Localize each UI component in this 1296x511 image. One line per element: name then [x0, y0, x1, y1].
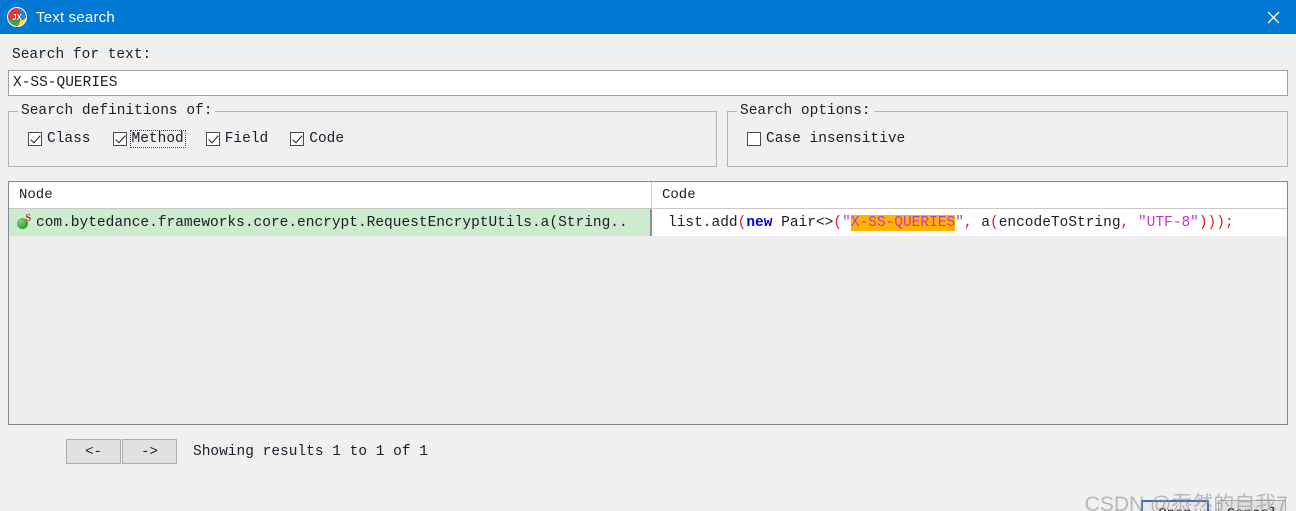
checkbox-field[interactable]: Field [205, 130, 270, 149]
cell-node[interactable]: S com.bytedance.frameworks.core.encrypt.… [9, 209, 652, 236]
search-for-text-label: Search for text: [12, 47, 152, 63]
search-options-group: Search options: Case insensitive [727, 103, 1288, 167]
column-header-node[interactable]: Node [9, 182, 652, 208]
checkbox-class-label: Class [47, 130, 91, 147]
cell-node-text: com.bytedance.frameworks.core.encrypt.Re… [36, 214, 628, 231]
checkbox-case-insensitive[interactable]: Case insensitive [746, 130, 906, 149]
checkbox-case-insensitive-box [747, 132, 761, 146]
options-row: Search definitions of: Class Method Fiel… [8, 103, 1288, 167]
checkbox-method[interactable]: Method [112, 129, 186, 149]
results-table-header: Node Code [9, 182, 1287, 209]
cancel-button[interactable]: Cancel [1218, 500, 1286, 511]
search-input-value: X-SS-QUERIES [13, 75, 118, 91]
results-table-empty-area [9, 236, 1287, 424]
jadx-app-icon [7, 7, 27, 27]
checkbox-class[interactable]: Class [27, 130, 92, 149]
checkbox-case-insensitive-label: Case insensitive [766, 130, 906, 147]
checkbox-code-label: Code [309, 130, 345, 147]
checkbox-method-label: Method [129, 129, 186, 149]
cell-code[interactable]: list.add(new Pair<>("X-SS-QUERIES", a(en… [652, 209, 1287, 236]
checkbox-class-box [28, 132, 42, 146]
static-method-icon: S [17, 214, 31, 229]
results-table: Node Code S com.bytedance.frameworks.cor… [8, 181, 1288, 425]
prev-results-button[interactable]: <- [66, 439, 121, 464]
window-title: Text search [36, 8, 115, 26]
cell-code-text: list.add(new Pair<>("X-SS-QUERIES", a(en… [668, 214, 1234, 231]
search-definitions-legend: Search definitions of: [18, 103, 216, 119]
dialog-actions: Open Cancel [1141, 500, 1286, 511]
results-status-text: Showing results 1 to 1 of 1 [193, 443, 428, 460]
search-input[interactable]: X-SS-QUERIES [8, 70, 1288, 96]
text-search-dialog: Search for text: X-SS-QUERIES Search def… [0, 47, 1296, 511]
search-options-legend: Search options: [737, 103, 874, 119]
checkbox-code-box [290, 132, 305, 146]
next-results-button[interactable]: -> [122, 439, 177, 464]
open-button[interactable]: Open [1141, 500, 1209, 511]
close-icon[interactable] [1250, 0, 1296, 34]
checkbox-field-label: Field [224, 130, 269, 147]
table-row[interactable]: S com.bytedance.frameworks.core.encrypt.… [9, 209, 1287, 236]
window-titlebar: Text search [0, 0, 1296, 34]
column-header-code[interactable]: Code [652, 182, 1287, 208]
checkbox-code[interactable]: Code [289, 130, 345, 149]
checkbox-method-box [112, 132, 127, 146]
checkbox-field-box [205, 132, 220, 146]
options-checkbox-row: Case insensitive [728, 112, 1287, 166]
definitions-checkbox-row: Class Method Field Code [9, 112, 716, 166]
pager: <- -> Showing results 1 to 1 of 1 [8, 439, 1288, 464]
search-definitions-group: Search definitions of: Class Method Fiel… [8, 103, 717, 167]
